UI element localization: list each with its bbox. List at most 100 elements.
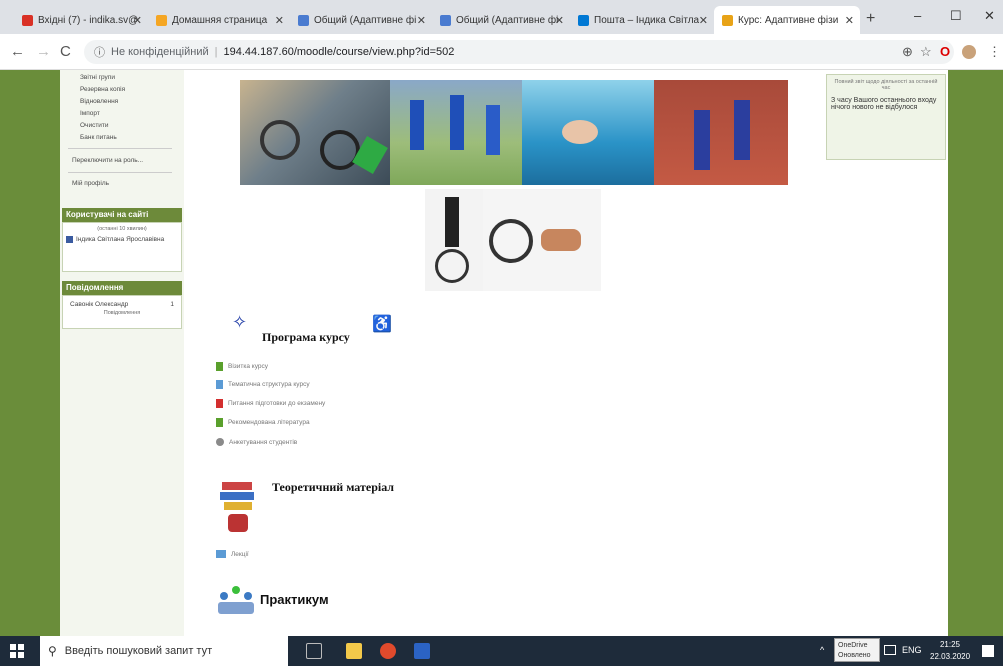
pdf-icon [216, 399, 223, 408]
full-report-link[interactable]: Повний звіт щодо діяльності за останній … [831, 79, 941, 91]
onedrive-status: Оновлено [838, 652, 871, 659]
notifications-icon[interactable] [982, 645, 994, 657]
browser-tab-mail[interactable]: Вхідні (7) - indika.sv@ ✕ [14, 6, 148, 34]
taskbar-search-input[interactable]: ⚲ Введіть пошуковий запит тут [40, 636, 288, 666]
clock[interactable]: 21:25 22.03.2020 [930, 639, 970, 663]
feedback-icon [216, 438, 224, 446]
section-title-program: Програма курсу [262, 330, 350, 344]
nav-item-my-profile[interactable]: Мій профіль [72, 180, 109, 187]
browser-tab-course[interactable]: Курс: Адаптивне фізи ✕ [714, 6, 860, 34]
address-bar-row: ← → C ⓘ Не конфіденційний | 194.44.187.6… [0, 34, 1003, 70]
folder-lectures[interactable]: Лекції [216, 550, 249, 558]
left-column [60, 70, 184, 636]
search-icon: ⚲ [48, 644, 57, 658]
book-icon [216, 362, 223, 371]
online-user[interactable]: Індика Світлана Ярославівна [66, 236, 178, 243]
photo-swimming [522, 80, 654, 185]
resource-structure[interactable]: Тематична структура курсу [216, 380, 310, 389]
resource-exam-questions[interactable]: Питання підготовки до екзамену [216, 399, 325, 408]
document-icon [216, 380, 223, 389]
task-view-icon[interactable] [306, 643, 322, 659]
search-placeholder: Введіть пошуковий запит тут [64, 645, 213, 657]
maximize-button[interactable]: ☐ [950, 8, 962, 24]
close-icon[interactable]: ✕ [133, 14, 142, 27]
browser-tab-general-2[interactable]: Общий (Адаптивне фі ✕ [432, 6, 570, 34]
photo-amputee-football [390, 80, 522, 185]
resource-label: Тематична структура курсу [228, 381, 310, 388]
nav-item-groups[interactable]: Звітні групи [80, 74, 115, 81]
url-text: 194.44.187.60/moodle/course/view.php?id=… [223, 46, 455, 58]
close-icon[interactable]: ✕ [699, 14, 708, 27]
browser-tab-general-1[interactable]: Общий (Адаптивне фі ✕ [290, 6, 432, 34]
close-icon[interactable]: ✕ [417, 14, 426, 27]
browser-tab-home[interactable]: Домашняя страница ✕ [148, 6, 290, 34]
messages-link[interactable]: Повідомлення [66, 310, 178, 316]
message-item[interactable]: Савонік Олександр 1 [66, 299, 178, 310]
tab-label: Общий (Адаптивне фі [314, 14, 417, 26]
divider: | [214, 46, 218, 58]
opera-icon[interactable]: O [940, 44, 950, 59]
close-icon[interactable]: ✕ [555, 14, 564, 27]
onedrive-title: OneDrive [838, 642, 868, 649]
gmail-icon [22, 14, 33, 26]
app-taskbar-icon[interactable] [414, 643, 430, 659]
forward-button[interactable]: → [36, 43, 51, 60]
message-sender: Савонік Олександр [70, 301, 129, 308]
minimize-button[interactable]: – [914, 8, 921, 23]
resource-survey[interactable]: Анкетування студентів [216, 438, 297, 446]
recent-activity-block: Повний звіт щодо діяльності за останній … [826, 74, 946, 160]
people-icon [218, 584, 256, 618]
nav-item-reset[interactable]: Очистити [80, 122, 109, 129]
menu-icon[interactable]: ⋮ [988, 44, 1001, 60]
opera-taskbar-icon[interactable] [380, 643, 396, 659]
browser-tab-bar: Вхідні (7) - indika.sv@ ✕ Домашняя стран… [0, 0, 1003, 34]
users-block-title: Користувачі на сайті [62, 208, 182, 222]
reload-button[interactable]: C [60, 43, 71, 60]
messages-block-title: Повідомлення [62, 281, 182, 295]
tray-chevron-icon[interactable]: ^ [820, 645, 824, 655]
nav-item-restore[interactable]: Відновлення [80, 98, 118, 105]
photo-wheelchair-dance-1 [425, 189, 483, 291]
recent-activity-text: З часу Вашого останнього входу нічого но… [831, 97, 937, 111]
clock-time: 21:25 [939, 640, 961, 649]
tab-label: Вхідні (7) - indika.sv@ [38, 14, 139, 26]
language-indicator[interactable]: ENG [902, 645, 922, 655]
tab-label: Общий (Адаптивне фі [456, 14, 559, 26]
divider [68, 148, 172, 149]
resource-label: Питання підготовки до екзамену [228, 400, 326, 407]
nav-item-import[interactable]: Імпорт [80, 110, 100, 117]
security-label: Не конфіденційний [111, 46, 209, 58]
users-block: (останні 10 хвилин) Індика Світлана Ярос… [62, 222, 182, 272]
tab-label: Пошта – Індика Світла [594, 14, 700, 26]
resource-label: Анкетування студентів [229, 438, 298, 446]
keyboard-icon[interactable] [884, 645, 896, 655]
page-icon [156, 14, 167, 26]
new-tab-button[interactable]: + [866, 10, 875, 28]
file-explorer-icon[interactable] [346, 643, 362, 659]
browser-tab-outlook[interactable]: Пошта – Індика Світла ✕ [570, 6, 714, 34]
photo-wheelchair-race [240, 80, 390, 185]
close-window-button[interactable]: ✕ [984, 8, 995, 24]
avatar[interactable] [962, 45, 976, 59]
nav-item-question-bank[interactable]: Банк питань [80, 134, 117, 141]
book-icon [216, 418, 223, 427]
zoom-icon[interactable]: ⊕ [902, 44, 913, 60]
close-icon[interactable]: ✕ [275, 14, 284, 27]
user-icon [66, 236, 73, 243]
close-icon[interactable]: ✕ [845, 14, 854, 27]
messages-block: Савонік Олександр 1 Повідомлення [62, 295, 182, 329]
star-icon[interactable]: ☆ [920, 44, 932, 60]
nav-item-switch-role[interactable]: Переключити на роль... [72, 157, 143, 164]
online-user-name: Індика Світлана Ярославівна [76, 236, 165, 243]
dancer-icon: ✧ [232, 312, 248, 332]
section-title-theory: Теоретичний матеріал [272, 480, 395, 494]
windows-start-icon[interactable] [10, 644, 24, 658]
back-button[interactable]: ← [10, 43, 25, 60]
books-icon [218, 478, 260, 536]
moodle-icon [298, 14, 309, 26]
url-field[interactable]: ⓘ Не конфіденційний | 194.44.187.60/mood… [84, 40, 954, 64]
info-icon[interactable]: ⓘ [94, 44, 105, 60]
resource-literature[interactable]: Рекомендована література [216, 418, 310, 427]
resource-course-card[interactable]: Візитка курсу [216, 362, 268, 371]
nav-item-backup[interactable]: Резервна копія [80, 86, 125, 93]
